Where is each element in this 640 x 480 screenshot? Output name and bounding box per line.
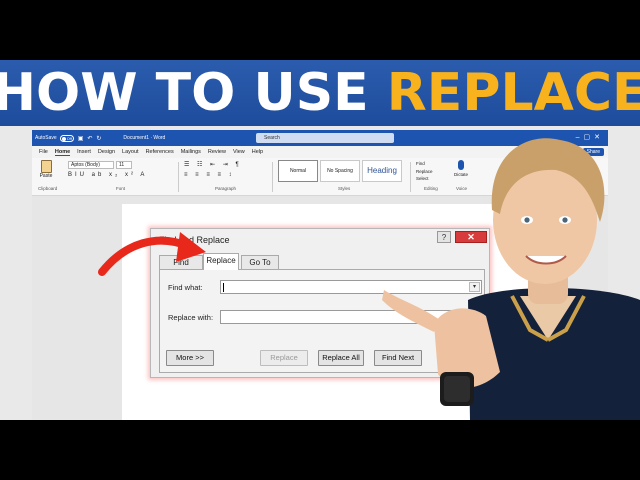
help-button[interactable]: ? [437, 231, 451, 243]
tab-help[interactable]: Help [252, 149, 263, 155]
ribbon-divider [178, 162, 179, 192]
font-format-buttons[interactable]: BIU ab x₂ x² A [68, 172, 147, 178]
title-banner: HOW TO USE REPLACE [0, 60, 640, 126]
ribbon-divider [410, 162, 411, 192]
find-what-input[interactable]: ▾ [220, 280, 482, 294]
banner-title-lead: HOW TO USE [0, 63, 387, 123]
style-normal[interactable]: Normal [278, 160, 318, 182]
dictate-button[interactable]: Dictate [452, 160, 470, 177]
list-buttons[interactable]: ☰ ☷ ⇤ ⇥ ¶ [184, 161, 242, 168]
font-name-select[interactable]: Aptos (Body) [68, 161, 114, 169]
ribbon-divider [272, 162, 273, 192]
window-controls[interactable]: –▢✕ [576, 133, 604, 141]
autosave-toggle[interactable]: Off [59, 134, 74, 142]
search-input[interactable]: Search [256, 133, 394, 143]
tab-home[interactable]: Home [54, 149, 71, 156]
find-button[interactable]: Find [416, 160, 433, 168]
select-button[interactable]: Select [416, 175, 433, 183]
tab-design[interactable]: Design [98, 149, 115, 155]
tab-file[interactable]: File [39, 149, 48, 155]
banner-title-accent: REPLACE [386, 63, 640, 123]
find-next-button[interactable]: Find Next [374, 350, 422, 366]
share-button[interactable]: Share [582, 148, 604, 156]
banner-title: HOW TO USE REPLACE [0, 63, 640, 123]
undo-icon[interactable]: ↶ [87, 135, 92, 142]
style-heading[interactable]: Heading [362, 160, 402, 182]
chevron-down-icon[interactable]: ▾ [469, 282, 480, 292]
close-button[interactable]: ✕ [455, 231, 487, 243]
microphone-icon [458, 160, 464, 170]
find-what-label: Find what: [168, 283, 203, 292]
group-label-editing: Editing [424, 186, 438, 191]
align-buttons[interactable]: ≡ ≡ ≡ ≡ ↕ [184, 172, 235, 178]
group-label-paragraph: Paragraph [215, 186, 237, 191]
save-icon[interactable]: ▣ [78, 135, 84, 142]
clipboard-icon [40, 160, 52, 173]
group-label-styles: Styles [338, 186, 351, 191]
replace-all-button[interactable]: Replace All [318, 350, 364, 366]
text-caret [223, 283, 224, 292]
ribbon-tabs: File Home Insert Design Layout Reference… [32, 146, 608, 158]
tab-mailings[interactable]: Mailings [181, 149, 201, 155]
autosave-label: AutoSave [35, 135, 57, 141]
tab-references[interactable]: References [146, 149, 174, 155]
replace-with-label: Replace with: [168, 313, 214, 322]
tab-go-to[interactable]: Go To [241, 255, 279, 269]
group-label-font: Font [116, 186, 126, 191]
tab-replace[interactable]: Replace [203, 253, 239, 270]
more-button[interactable]: More >> [166, 350, 214, 366]
group-label-clipboard: Clipboard [38, 186, 58, 191]
tab-view[interactable]: View [233, 149, 245, 155]
letterbox-top [0, 0, 640, 60]
group-label-voice: Voice [456, 186, 468, 191]
tab-review[interactable]: Review [208, 149, 226, 155]
redo-icon[interactable]: ↻ [96, 135, 101, 142]
replace-tab-panel: Find what: ▾ Replace with: ▾ More >> Rep… [159, 269, 485, 373]
dictate-label: Dictate [453, 172, 468, 177]
style-no-spacing[interactable]: No Spacing [320, 160, 360, 182]
font-size-select[interactable]: 11 [116, 161, 132, 169]
home-ribbon: Paste Aptos (Body) 11 BIU ab x₂ x² A ☰ ☷… [32, 158, 608, 196]
tab-layout[interactable]: Layout [122, 149, 139, 155]
chevron-down-icon[interactable]: ▾ [469, 312, 480, 322]
replace-with-input[interactable]: ▾ [220, 310, 482, 324]
replace-ribbon-button[interactable]: Replace [416, 168, 433, 176]
word-titlebar: AutoSave Off ▣ ↶ ↻ Document1 · Word Sear… [32, 130, 608, 146]
document-title: Document1 · Word [123, 135, 166, 141]
paste-button[interactable]: Paste [38, 160, 54, 184]
replace-button[interactable]: Replace [260, 350, 308, 366]
letterbox-bottom [0, 420, 640, 480]
tab-insert[interactable]: Insert [77, 149, 91, 155]
red-arrow-icon [98, 232, 206, 276]
paste-label: Paste [39, 173, 53, 179]
editing-group: Find Replace Select [416, 160, 433, 183]
